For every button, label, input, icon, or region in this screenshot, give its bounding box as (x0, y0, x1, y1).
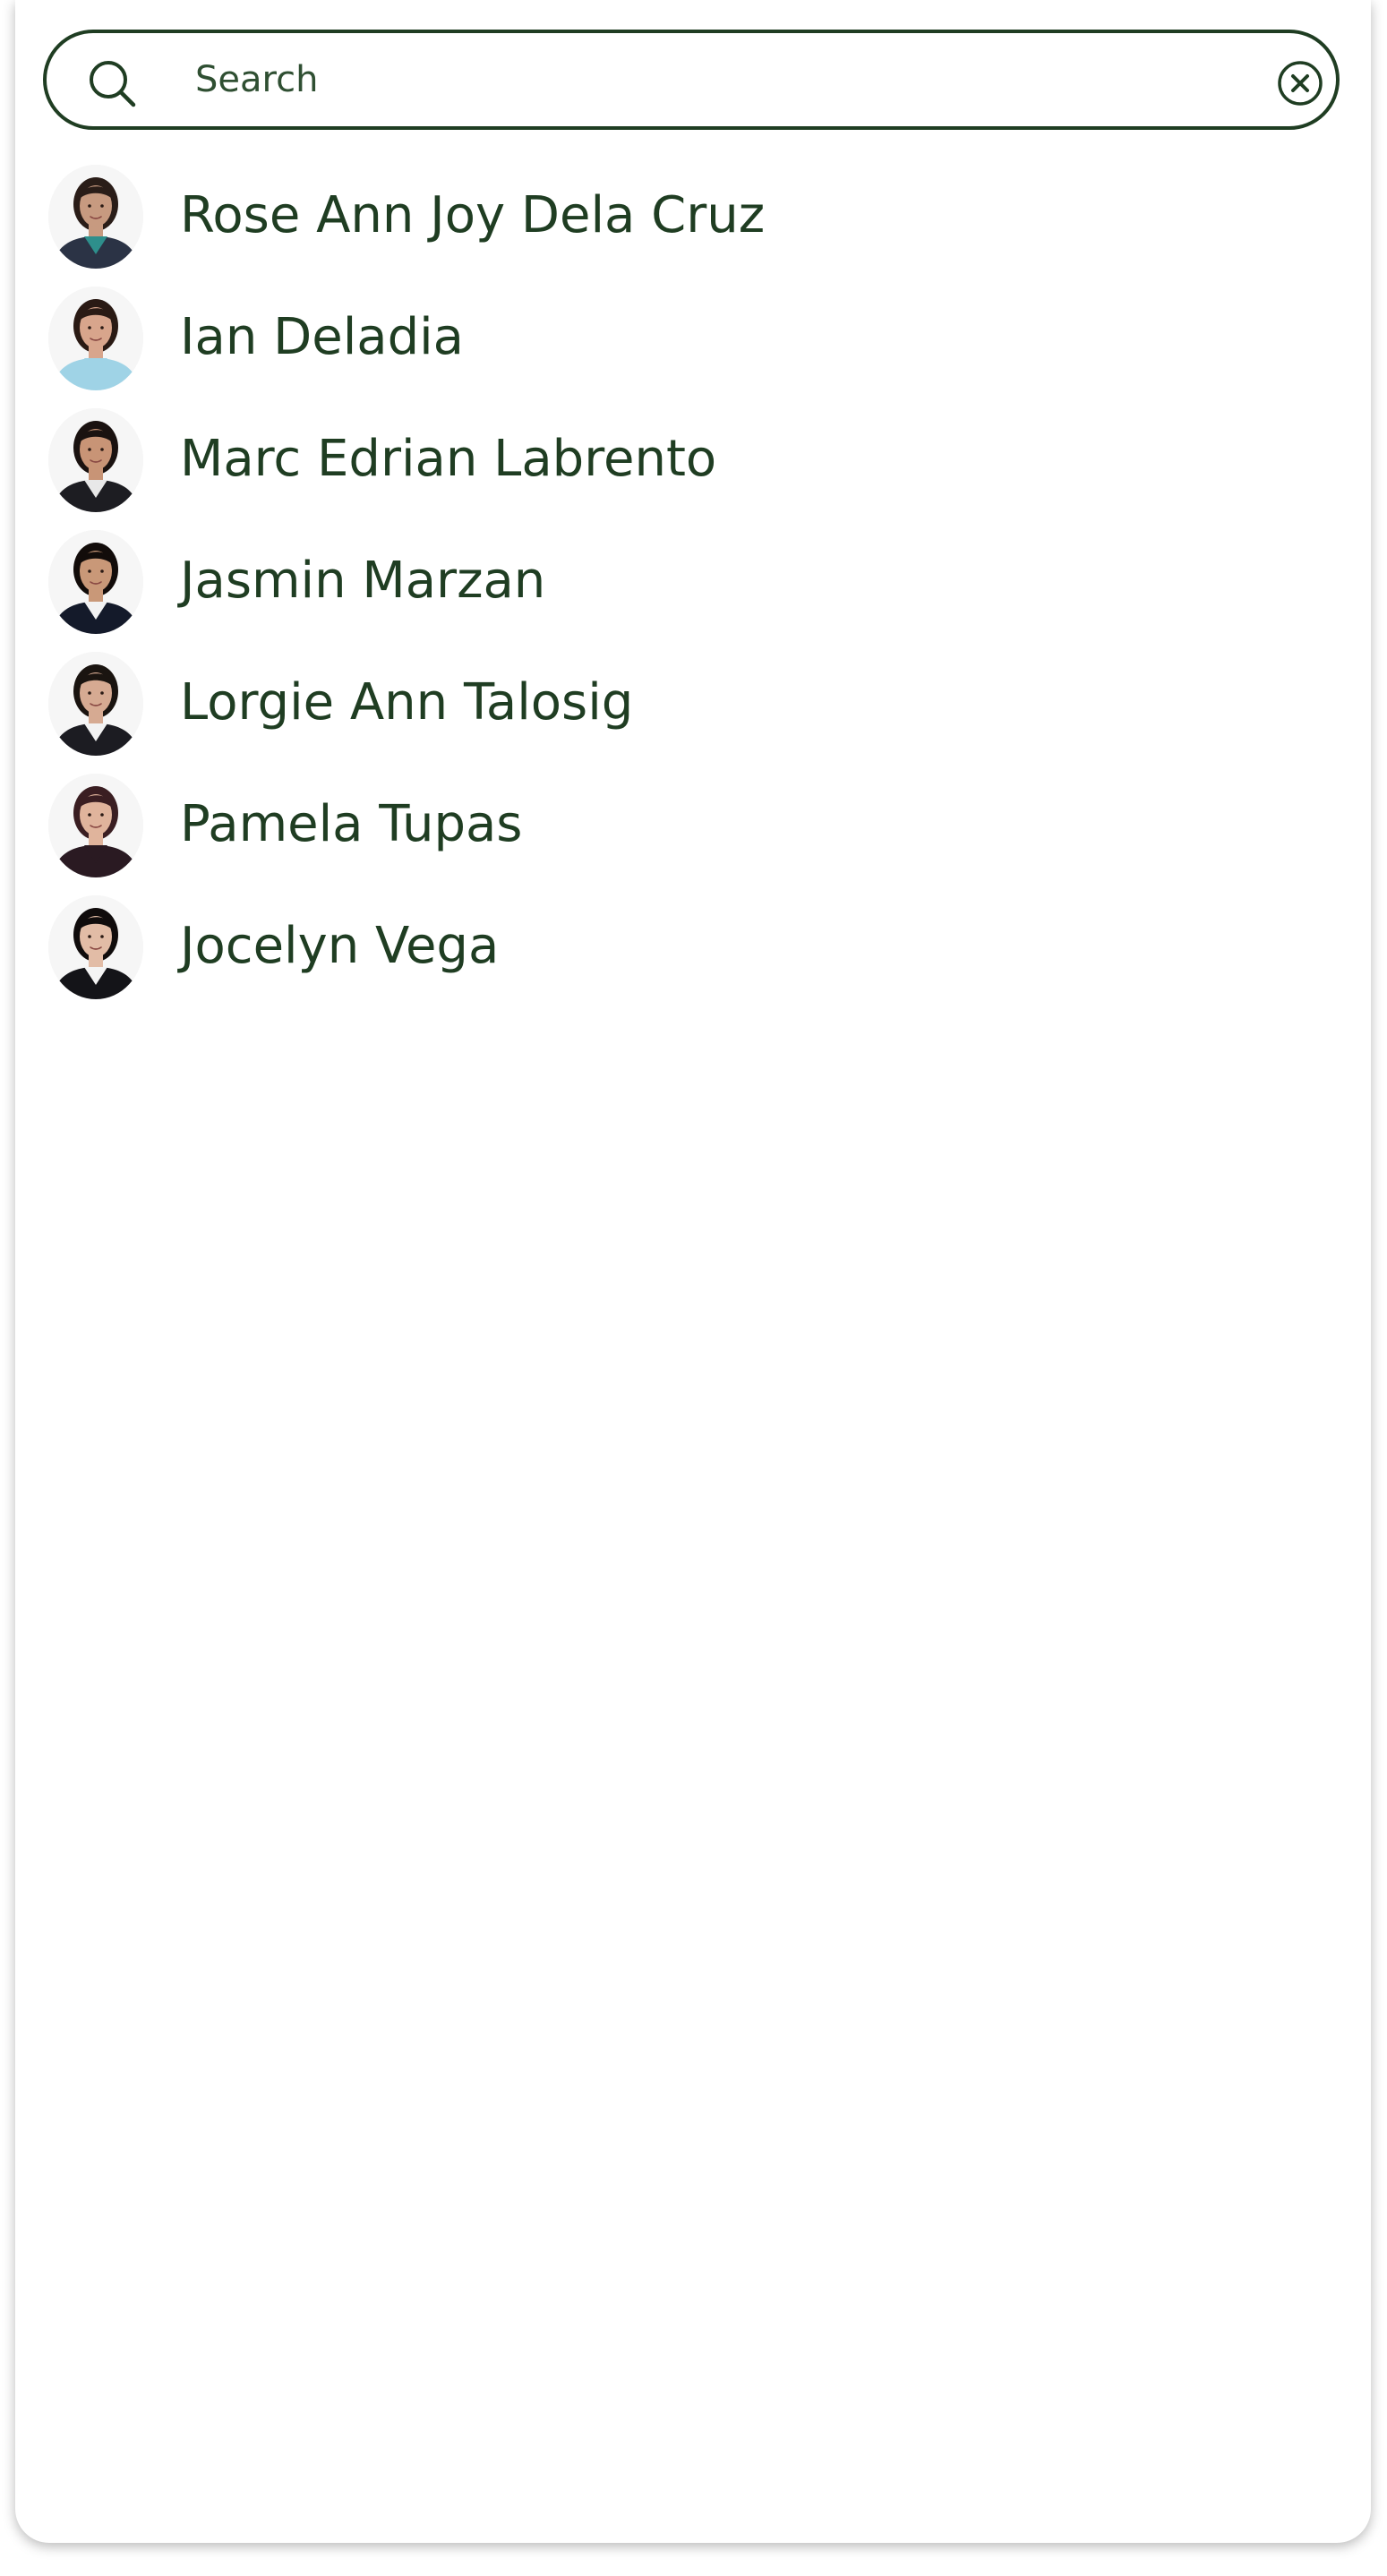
avatar (48, 287, 143, 390)
list-item[interactable]: Lorgie Ann Talosig (15, 648, 1371, 770)
avatar-portrait (48, 774, 143, 877)
list-item[interactable]: Jocelyn Vega (15, 892, 1371, 1014)
list-item[interactable]: Marc Edrian Labrento (15, 405, 1371, 526)
contact-name: Rose Ann Joy Dela Cruz (180, 186, 766, 244)
close-circle-icon[interactable] (1277, 60, 1323, 107)
avatar-portrait (48, 895, 143, 999)
avatar (48, 530, 143, 634)
avatar-portrait (48, 408, 143, 512)
avatar (48, 408, 143, 512)
list-item[interactable]: Pamela Tupas (15, 770, 1371, 892)
avatar (48, 774, 143, 877)
contact-name: Ian Deladia (180, 308, 464, 366)
avatar-portrait (48, 165, 143, 269)
contact-name: Lorgie Ann Talosig (180, 673, 634, 732)
contact-name: Pamela Tupas (180, 795, 523, 853)
avatar-portrait (48, 652, 143, 756)
list-item[interactable]: Rose Ann Joy Dela Cruz (15, 161, 1371, 283)
search-bar[interactable] (43, 30, 1340, 130)
avatar (48, 895, 143, 999)
avatar-portrait (48, 287, 143, 390)
contact-list: Rose Ann Joy Dela Cruz Ian Deladia Marc … (15, 161, 1371, 1014)
contact-list-panel: Rose Ann Joy Dela Cruz Ian Deladia Marc … (15, 0, 1371, 2543)
search-icon (90, 61, 136, 107)
contact-name: Marc Edrian Labrento (180, 430, 717, 488)
avatar (48, 652, 143, 756)
list-item[interactable]: Ian Deladia (15, 283, 1371, 405)
avatar-portrait (48, 530, 143, 634)
contact-name: Jasmin Marzan (180, 552, 546, 610)
search-input[interactable] (195, 51, 1252, 108)
avatar (48, 165, 143, 269)
contact-name: Jocelyn Vega (180, 917, 500, 975)
list-item[interactable]: Jasmin Marzan (15, 526, 1371, 648)
